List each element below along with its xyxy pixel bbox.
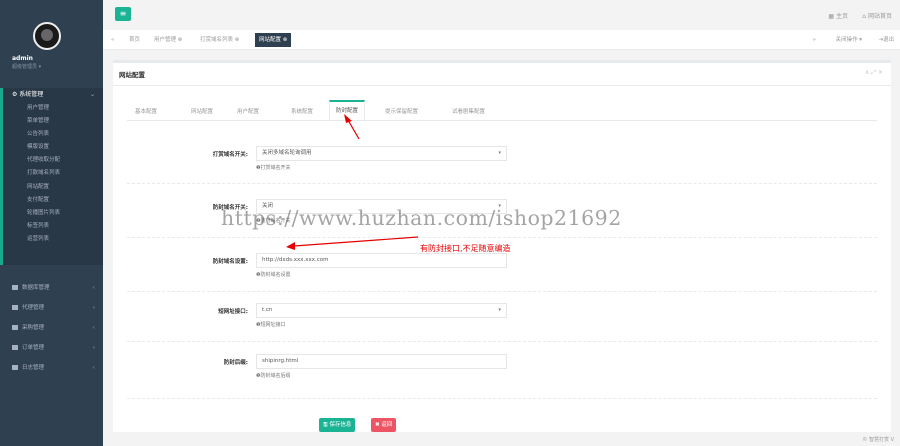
annotation-text: 有防封接口,不足随意编造	[420, 244, 511, 253]
annotation-arrow	[293, 236, 419, 247]
watermark: https://www.huzhan.com/ishop21692	[221, 206, 622, 230]
footer: © 智慧打赏 V	[862, 437, 894, 443]
annotation-arrow	[347, 119, 360, 140]
annotation-arrowhead	[344, 114, 352, 123]
annotation-arrowhead	[286, 242, 295, 250]
